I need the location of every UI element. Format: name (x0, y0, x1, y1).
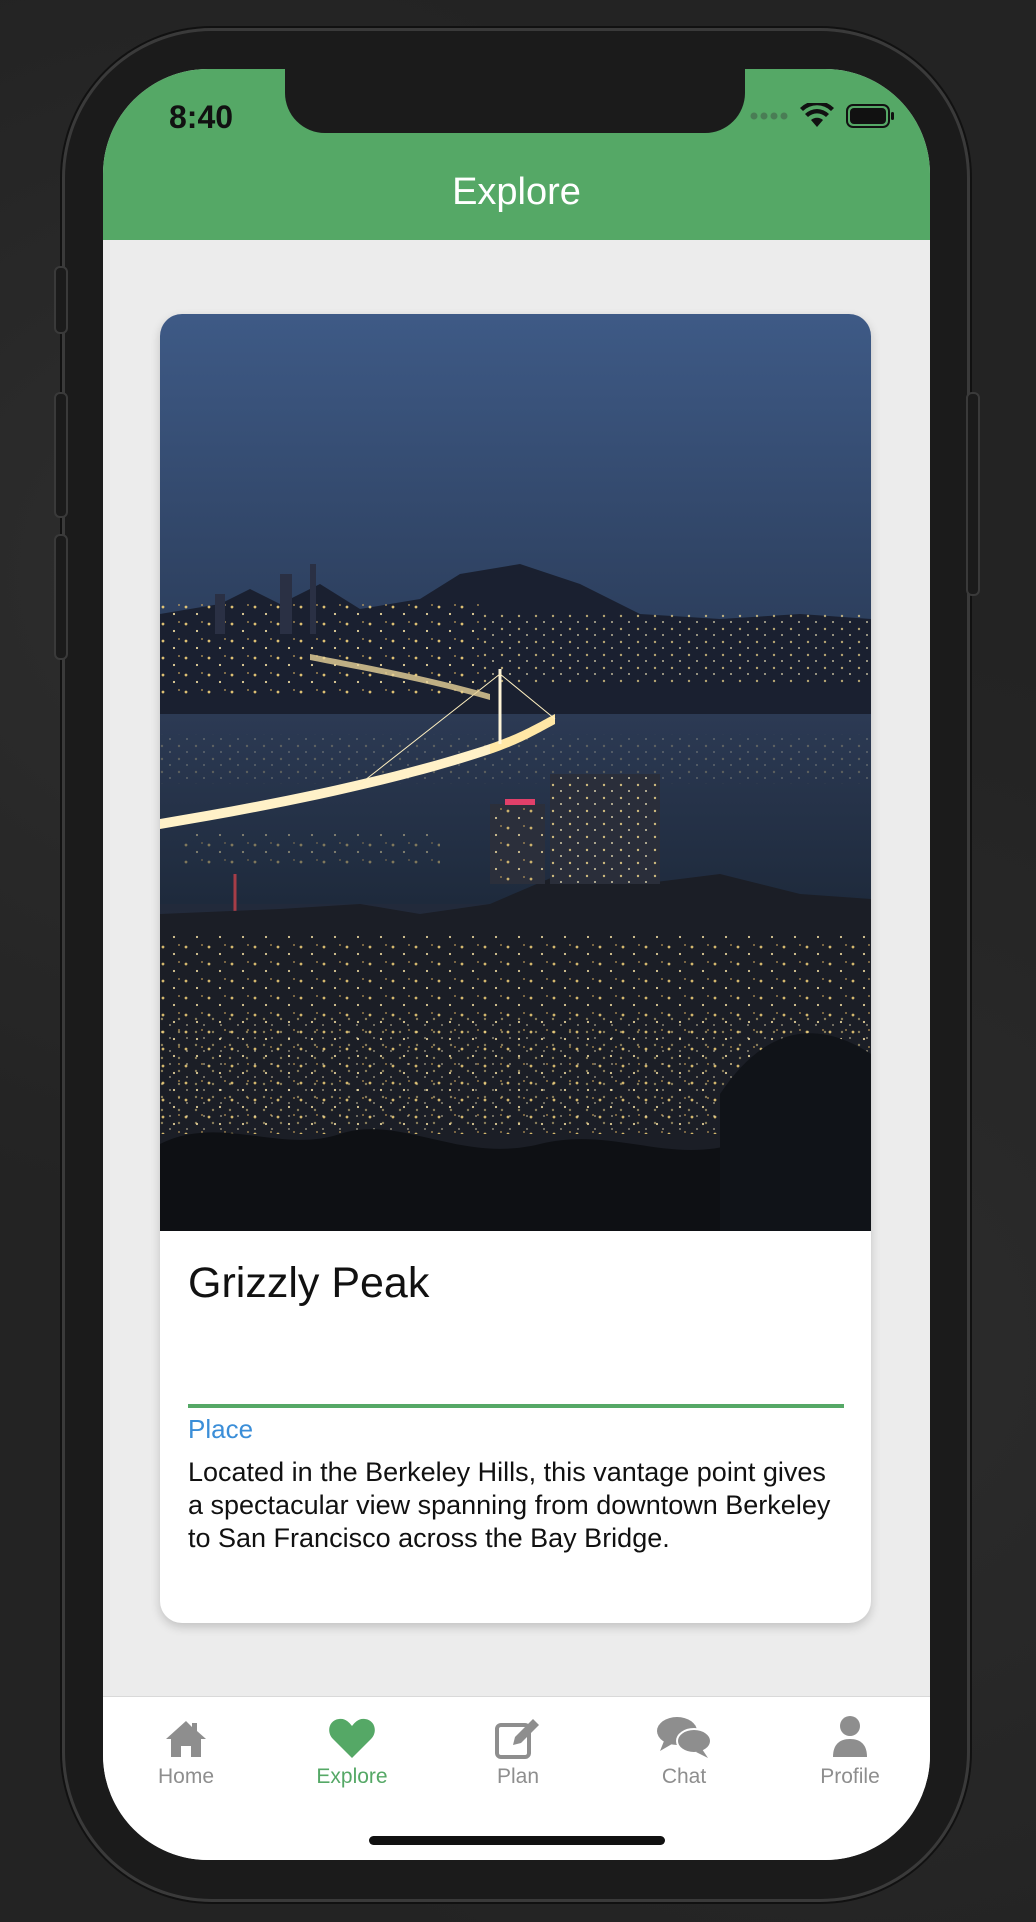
user-icon (833, 1716, 867, 1757)
app-screen: 8:40 Explore Grizzly Peak Place Located … (103, 69, 930, 1860)
wifi-icon (800, 103, 834, 127)
tab-home-label: Home (157, 1765, 215, 1788)
tab-explore[interactable]: Explore (269, 1707, 435, 1789)
tab-home[interactable]: Home (103, 1707, 269, 1789)
place-category[interactable]: Place (188, 1414, 253, 1445)
tab-chat-label: Chat (661, 1765, 707, 1788)
home-indicator (369, 1836, 665, 1845)
status-icons (750, 103, 896, 129)
app-header: 8:40 Explore (103, 69, 930, 240)
signal-icon (750, 112, 788, 120)
volume-up-button (54, 392, 68, 518)
chat-icon (657, 1717, 712, 1758)
mute-switch (54, 266, 68, 334)
edit-icon (495, 1719, 539, 1759)
place-card[interactable]: Grizzly Peak Place Located in the Berkel… (160, 314, 871, 1623)
tab-explore-label: Explore (316, 1765, 388, 1788)
status-time: 8:40 (169, 99, 234, 135)
place-title: Grizzly Peak (188, 1259, 430, 1307)
tab-profile-label: Profile (820, 1765, 880, 1788)
title-divider (188, 1404, 844, 1408)
tab-plan[interactable]: Plan (435, 1707, 601, 1789)
tab-chat[interactable]: Chat (601, 1707, 767, 1789)
home-icon (166, 1721, 206, 1757)
tab-plan-label: Plan (496, 1765, 540, 1788)
volume-down-button (54, 534, 68, 660)
notch (285, 69, 745, 133)
power-button (966, 392, 980, 596)
page-title: Explore (452, 171, 581, 213)
place-description: Located in the Berkeley Hills, this vant… (188, 1457, 831, 1553)
place-photo (160, 314, 871, 1231)
tab-profile[interactable]: Profile (767, 1707, 930, 1789)
heart-icon (329, 1718, 375, 1758)
battery-icon (846, 104, 894, 128)
